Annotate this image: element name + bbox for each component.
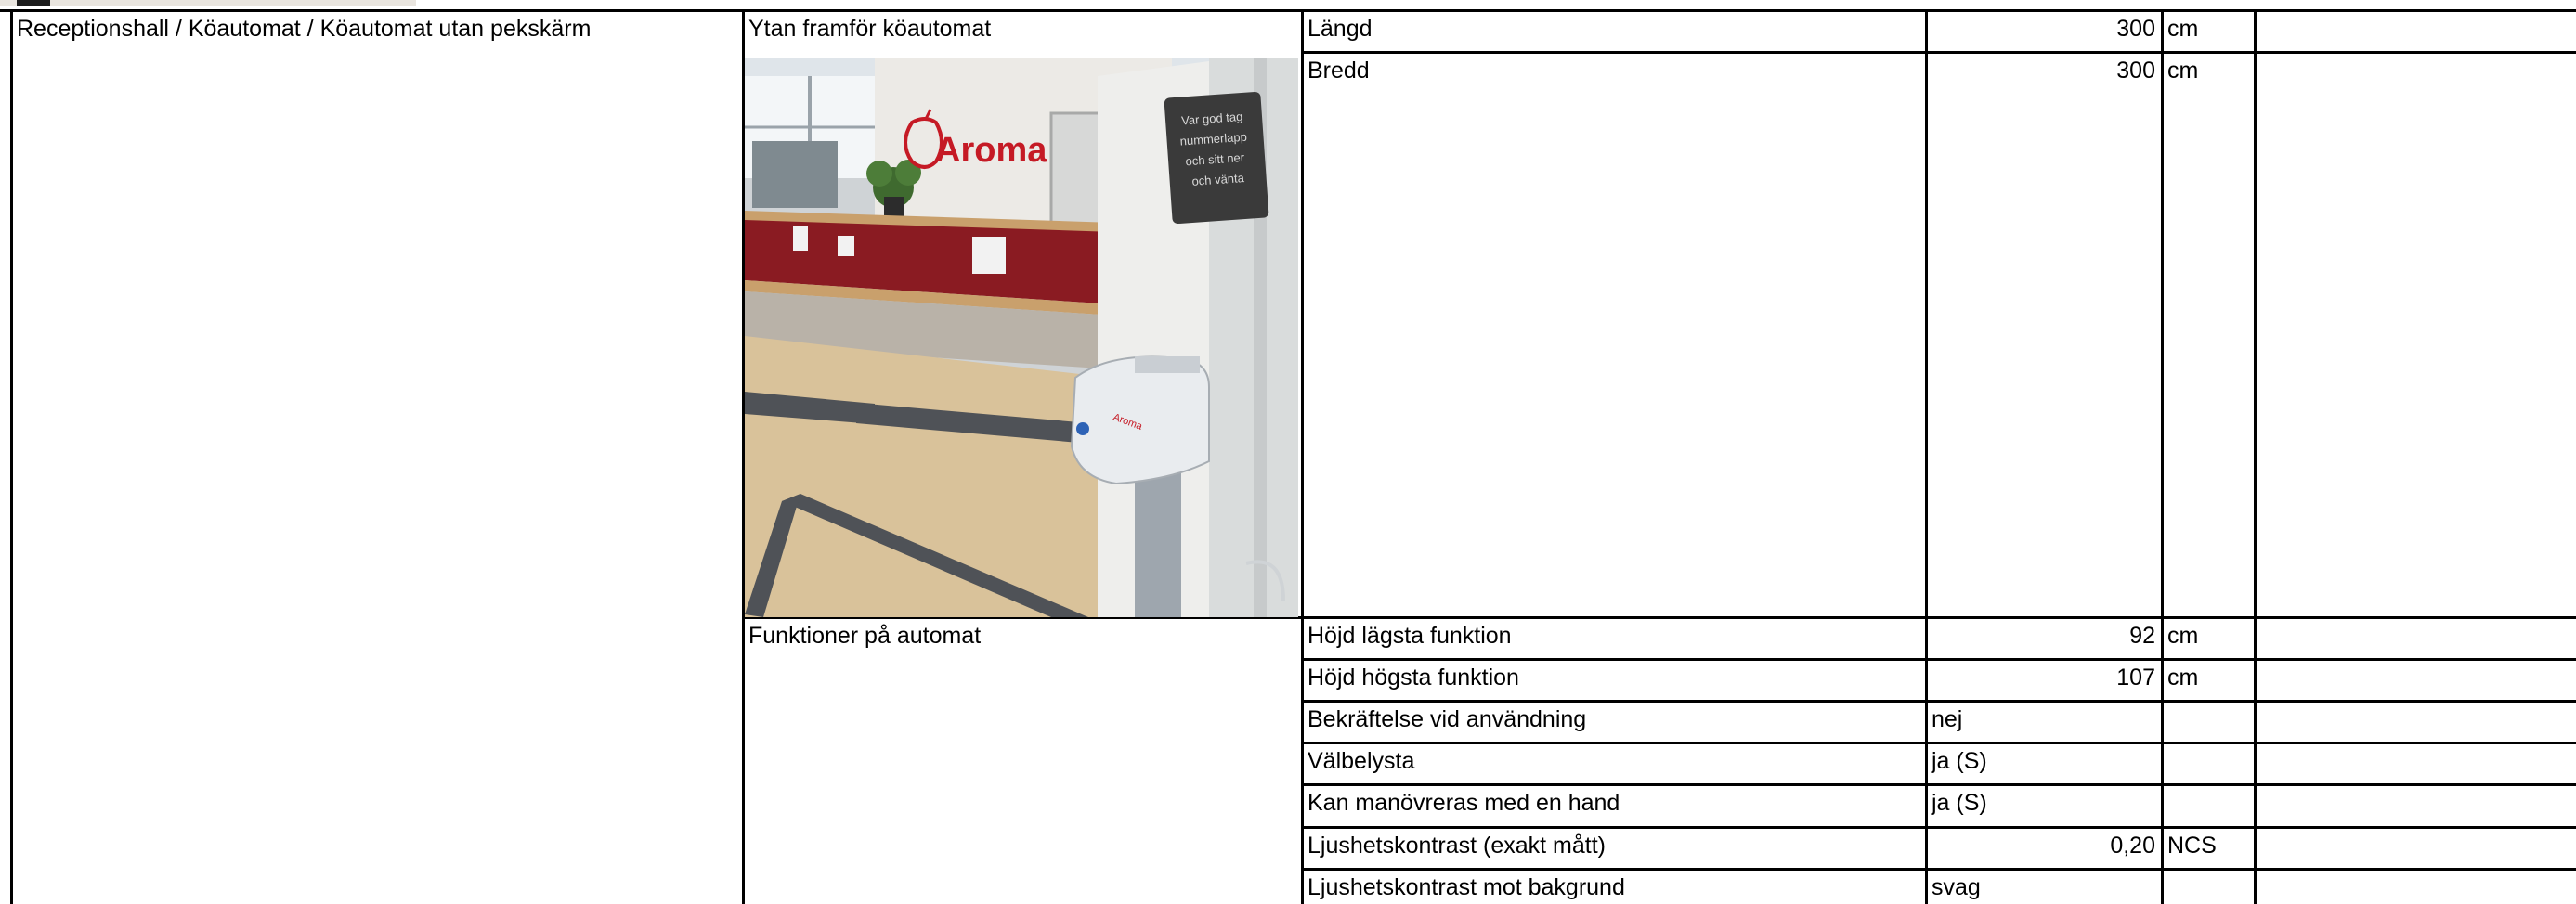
top-strip-mark xyxy=(17,0,50,6)
grid-line xyxy=(1303,742,2576,744)
row-unit: NCS xyxy=(2167,833,2217,859)
row-value: 300 xyxy=(2116,16,2155,42)
row-value: 300 xyxy=(2116,58,2155,84)
section-title: Ytan framför köautomat xyxy=(748,16,992,42)
grid-line xyxy=(1303,783,2576,786)
row-unit: cm xyxy=(2167,58,2199,84)
grid-line xyxy=(2254,9,2257,904)
row-label: Höjd högsta funktion xyxy=(1308,665,1519,691)
kiosk-photo: Aroma Var god tag nummerlapp och sitt ne… xyxy=(745,58,1298,617)
row-label: Ljushetskontrast mot bakgrund xyxy=(1308,874,1625,900)
top-strip xyxy=(0,0,416,6)
row-label: Kan manövreras med en hand xyxy=(1308,790,1620,816)
row-value: ja (S) xyxy=(1932,748,1987,774)
row-label: Längd xyxy=(1308,16,1373,42)
location-path: Receptionshall / Köautomat / Köautomat u… xyxy=(17,16,592,42)
row-label: Bredd xyxy=(1308,58,1370,84)
grid-line xyxy=(1303,658,2576,661)
grid-line xyxy=(1303,51,2576,54)
row-value: ja (S) xyxy=(1932,790,1987,816)
row-value: nej xyxy=(1932,706,1963,732)
brand-logo-text: Aroma xyxy=(935,131,1047,170)
row-label: Bekräftelse vid användning xyxy=(1308,706,1587,732)
row-unit: cm xyxy=(2167,16,2199,42)
row-value: svag xyxy=(1932,874,1981,900)
row-value: 107 xyxy=(2116,665,2155,691)
row-label: Höjd lägsta funktion xyxy=(1308,623,1512,649)
section-title: Funktioner på automat xyxy=(748,623,982,649)
sign: Var god tag nummerlapp och sitt ner och … xyxy=(1164,91,1269,225)
grid-line xyxy=(1303,826,2576,829)
row-label: Välbelysta xyxy=(1308,748,1415,774)
row-label: Ljushetskontrast (exakt mått) xyxy=(1308,833,1606,859)
grid-line xyxy=(0,9,2576,12)
grid-line xyxy=(1303,700,2576,703)
row-unit: cm xyxy=(2167,623,2199,649)
grid-line xyxy=(1303,868,2576,871)
row-unit: cm xyxy=(2167,665,2199,691)
row-value: 92 xyxy=(2129,623,2155,649)
grid-line xyxy=(10,9,13,904)
row-value: 0,20 xyxy=(2110,833,2155,859)
